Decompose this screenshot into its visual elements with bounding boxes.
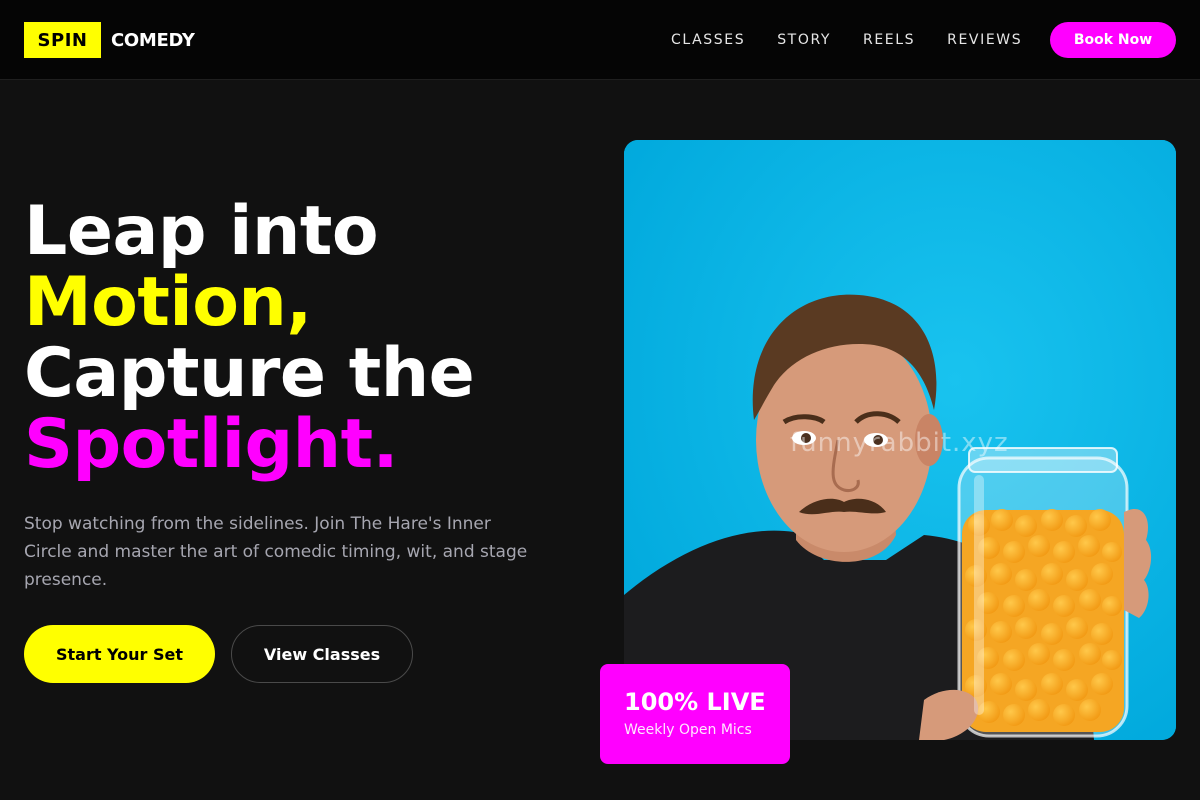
hero-description: Stop watching from the sidelines. Join T… — [24, 514, 528, 590]
book-now-button[interactable]: Book Now — [1050, 22, 1176, 58]
live-badge-subtitle: Weekly Open Mics — [624, 722, 752, 738]
nav-link-story[interactable]: STORY — [777, 30, 831, 50]
headline-line-1: Leap into — [24, 192, 379, 271]
nav-link-reviews[interactable]: REVIEWS — [947, 30, 1022, 50]
logo-text: COMEDY — [111, 29, 195, 51]
main-nav: CLASSES STORY REELS REVIEWS — [671, 30, 1022, 50]
top-navigation-bar: SPIN COMEDY CLASSES STORY REELS REVIEWS … — [0, 0, 1200, 80]
nav-link-classes[interactable]: CLASSES — [671, 30, 745, 50]
nav-link-reels[interactable]: REELS — [863, 30, 915, 50]
hero-image — [624, 140, 1176, 740]
logo-box: SPIN — [24, 22, 101, 58]
hero-headline: Leap into Motion, Capture the Spotlight. — [24, 192, 475, 484]
headline-line-3: Capture the — [24, 334, 475, 413]
view-classes-button[interactable]: View Classes — [231, 625, 413, 683]
live-badge: 100% LIVE Weekly Open Mics — [600, 664, 790, 764]
headline-line-2: Motion, — [24, 263, 312, 342]
start-your-set-button[interactable]: Start Your Set — [24, 625, 215, 683]
site-logo[interactable]: SPIN COMEDY — [24, 22, 195, 58]
headline-line-4: Spotlight. — [24, 405, 398, 484]
live-badge-title: 100% LIVE — [624, 688, 766, 716]
